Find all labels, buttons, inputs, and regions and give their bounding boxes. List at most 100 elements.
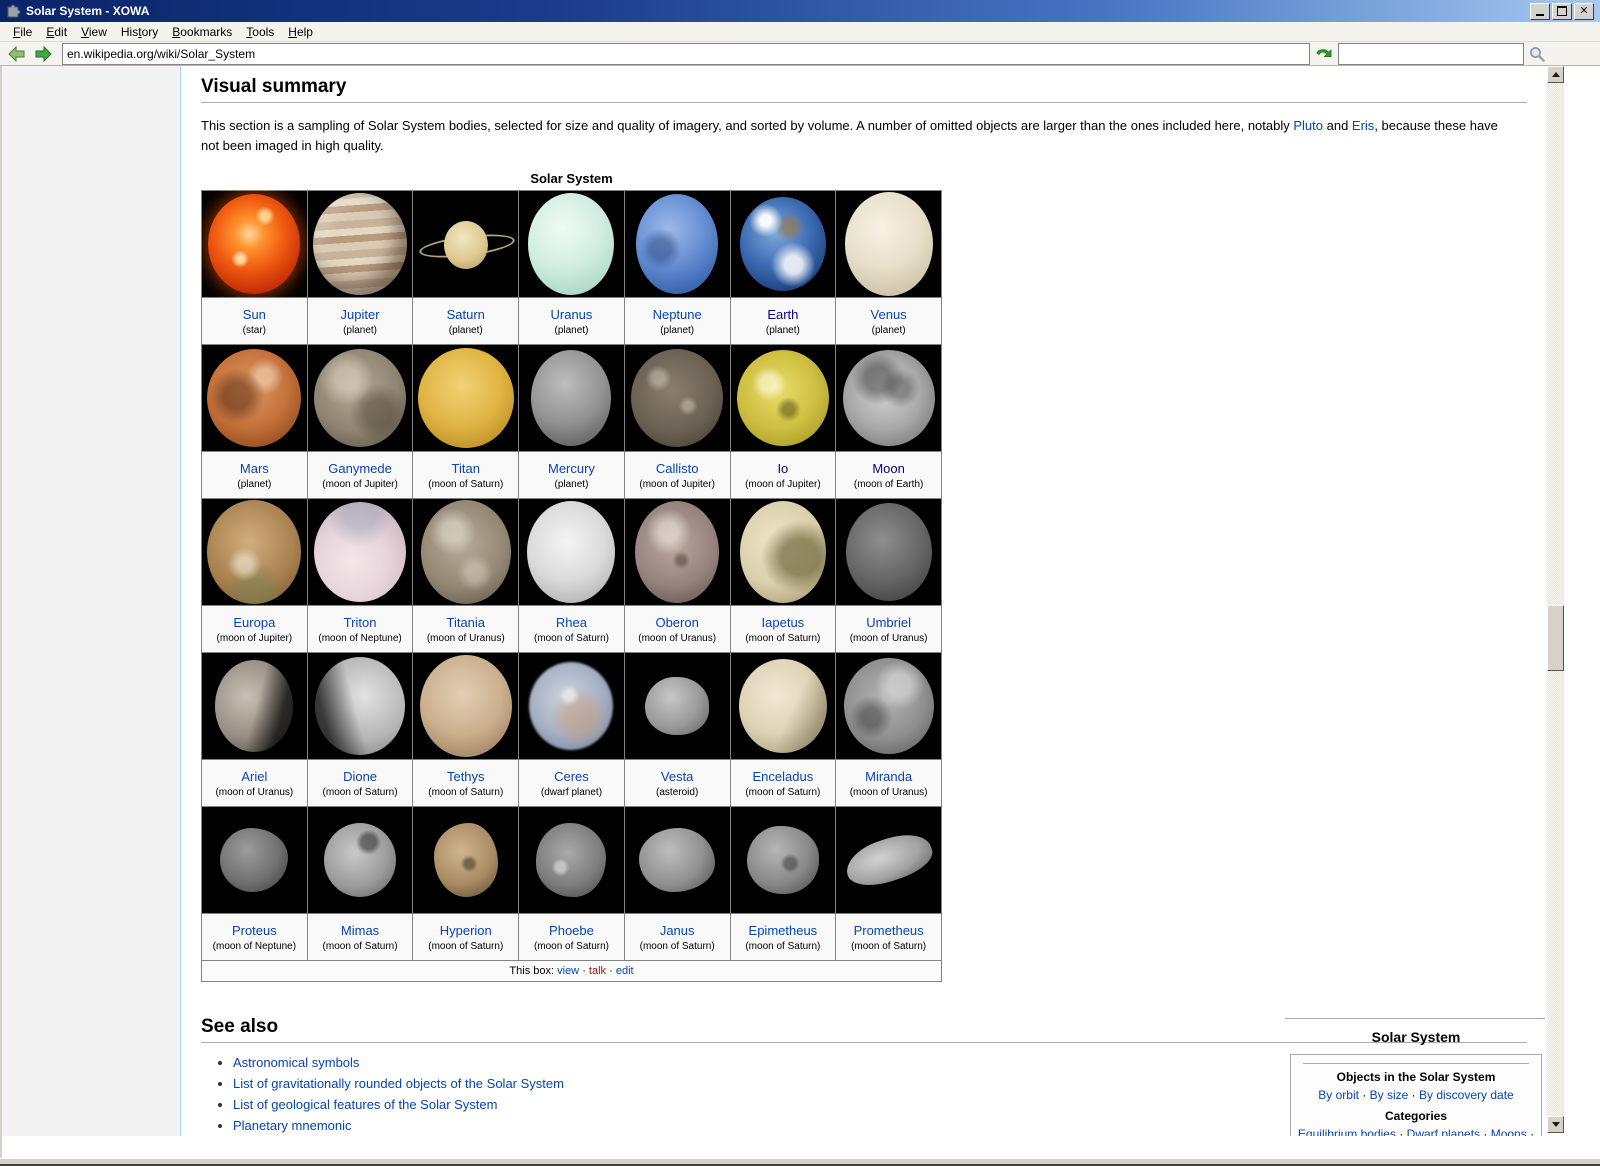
neptune-image-cell[interactable] bbox=[624, 191, 730, 298]
mimas-link[interactable]: Mimas bbox=[308, 923, 413, 938]
menu-tools[interactable]: Tools bbox=[239, 23, 281, 41]
enceladus-link[interactable]: Enceladus bbox=[731, 769, 836, 784]
miranda-photo[interactable] bbox=[844, 658, 934, 754]
prometheus-image-cell[interactable] bbox=[836, 807, 942, 914]
umbriel-image-cell[interactable] bbox=[836, 499, 942, 606]
oberon-link[interactable]: Oberon bbox=[625, 615, 730, 630]
dione-image-cell[interactable] bbox=[307, 653, 413, 760]
mercury-photo[interactable] bbox=[531, 350, 611, 446]
iapetus-photo[interactable] bbox=[740, 501, 826, 603]
triton-link[interactable]: Triton bbox=[308, 615, 413, 630]
ganymede-photo[interactable] bbox=[314, 349, 406, 447]
go-button[interactable] bbox=[1312, 44, 1336, 64]
vesta-link[interactable]: Vesta bbox=[625, 769, 730, 784]
see-also-link[interactable]: Planetary mnemonic bbox=[233, 1118, 352, 1133]
rhea-photo[interactable] bbox=[527, 501, 615, 603]
rhea-image-cell[interactable] bbox=[519, 499, 625, 606]
forward-button[interactable] bbox=[33, 45, 53, 63]
callisto-photo[interactable] bbox=[631, 349, 723, 447]
moon-image-cell[interactable] bbox=[836, 345, 942, 452]
triton-photo[interactable] bbox=[314, 502, 406, 602]
earth-link[interactable]: Earth bbox=[731, 307, 836, 322]
neptune-link[interactable]: Neptune bbox=[625, 307, 730, 322]
menu-view[interactable]: View bbox=[74, 23, 114, 41]
oberon-photo[interactable] bbox=[635, 501, 719, 603]
uranus-photo[interactable] bbox=[528, 193, 614, 295]
mars-link[interactable]: Mars bbox=[202, 461, 307, 476]
phoebe-image-cell[interactable] bbox=[519, 807, 625, 914]
ariel-link[interactable]: Ariel bbox=[202, 769, 307, 784]
europa-photo[interactable] bbox=[207, 500, 301, 604]
url-input[interactable] bbox=[62, 43, 1310, 65]
sun-image-cell[interactable] bbox=[202, 191, 308, 298]
titania-link[interactable]: Titania bbox=[413, 615, 518, 630]
box-talk-link[interactable]: talk bbox=[589, 965, 606, 977]
miranda-image-cell[interactable] bbox=[836, 653, 942, 760]
janus-photo[interactable] bbox=[639, 828, 715, 892]
search-input[interactable] bbox=[1338, 43, 1524, 65]
ceres-link[interactable]: Ceres bbox=[519, 769, 624, 784]
see-also-link[interactable]: List of geological features of the Solar… bbox=[233, 1097, 497, 1112]
minimize-button[interactable] bbox=[1530, 3, 1550, 20]
ganymede-link[interactable]: Ganymede bbox=[308, 461, 413, 476]
navbox-link[interactable]: By discovery date bbox=[1419, 1088, 1514, 1102]
box-view-link[interactable]: view bbox=[557, 965, 579, 977]
umbriel-photo[interactable] bbox=[846, 503, 932, 601]
ceres-photo[interactable] bbox=[529, 662, 613, 750]
enceladus-photo[interactable] bbox=[739, 659, 827, 753]
tethys-photo[interactable] bbox=[420, 655, 512, 757]
proteus-link[interactable]: Proteus bbox=[202, 923, 307, 938]
prometheus-photo[interactable] bbox=[840, 826, 937, 893]
iapetus-link[interactable]: Iapetus bbox=[731, 615, 836, 630]
phoebe-link[interactable]: Phoebe bbox=[519, 923, 624, 938]
sun-photo[interactable] bbox=[208, 194, 300, 294]
epimetheus-photo[interactable] bbox=[747, 826, 819, 894]
titan-link[interactable]: Titan bbox=[413, 461, 518, 476]
scroll-down-button[interactable] bbox=[1547, 1116, 1564, 1133]
jupiter-photo[interactable] bbox=[313, 193, 407, 295]
mercury-image-cell[interactable] bbox=[519, 345, 625, 452]
scrollbar-thumb[interactable] bbox=[1547, 605, 1564, 671]
epimetheus-link[interactable]: Epimetheus bbox=[731, 923, 836, 938]
dione-photo[interactable] bbox=[315, 657, 405, 755]
vesta-photo[interactable] bbox=[645, 677, 709, 735]
titan-image-cell[interactable] bbox=[413, 345, 519, 452]
venus-image-cell[interactable] bbox=[836, 191, 942, 298]
triton-image-cell[interactable] bbox=[307, 499, 413, 606]
io-photo[interactable] bbox=[737, 350, 829, 446]
box-edit-link[interactable]: edit bbox=[616, 965, 634, 977]
iapetus-image-cell[interactable] bbox=[730, 499, 836, 606]
menu-history[interactable]: History bbox=[114, 23, 165, 41]
ceres-image-cell[interactable] bbox=[519, 653, 625, 760]
see-also-link[interactable]: List of gravitationally rounded objects … bbox=[233, 1076, 564, 1091]
earth-image-cell[interactable] bbox=[730, 191, 836, 298]
mars-photo[interactable] bbox=[207, 349, 301, 447]
moon-photo[interactable] bbox=[843, 350, 935, 446]
epimetheus-image-cell[interactable] bbox=[730, 807, 836, 914]
mercury-link[interactable]: Mercury bbox=[519, 461, 624, 476]
maximize-button[interactable] bbox=[1552, 3, 1572, 20]
navbox-link[interactable]: Moons bbox=[1491, 1127, 1527, 1136]
miranda-link[interactable]: Miranda bbox=[836, 769, 941, 784]
pluto-link[interactable]: Pluto bbox=[1293, 118, 1323, 133]
neptune-photo[interactable] bbox=[636, 194, 718, 294]
search-icon[interactable] bbox=[1526, 44, 1548, 64]
ariel-photo[interactable] bbox=[215, 660, 293, 752]
navbox-link[interactable]: Dwarf planets bbox=[1407, 1127, 1480, 1136]
callisto-image-cell[interactable] bbox=[624, 345, 730, 452]
callisto-link[interactable]: Callisto bbox=[625, 461, 730, 476]
mimas-image-cell[interactable] bbox=[307, 807, 413, 914]
io-image-cell[interactable] bbox=[730, 345, 836, 452]
enceladus-image-cell[interactable] bbox=[730, 653, 836, 760]
ariel-image-cell[interactable] bbox=[202, 653, 308, 760]
uranus-image-cell[interactable] bbox=[519, 191, 625, 298]
menu-help[interactable]: Help bbox=[281, 23, 320, 41]
prometheus-link[interactable]: Prometheus bbox=[836, 923, 941, 938]
dione-link[interactable]: Dione bbox=[308, 769, 413, 784]
sun-link[interactable]: Sun bbox=[202, 307, 307, 322]
saturn-image-cell[interactable] bbox=[413, 191, 519, 298]
saturn-photo[interactable] bbox=[416, 198, 516, 290]
io-link[interactable]: Io bbox=[731, 461, 836, 476]
mimas-photo[interactable] bbox=[324, 823, 396, 897]
titania-image-cell[interactable] bbox=[413, 499, 519, 606]
